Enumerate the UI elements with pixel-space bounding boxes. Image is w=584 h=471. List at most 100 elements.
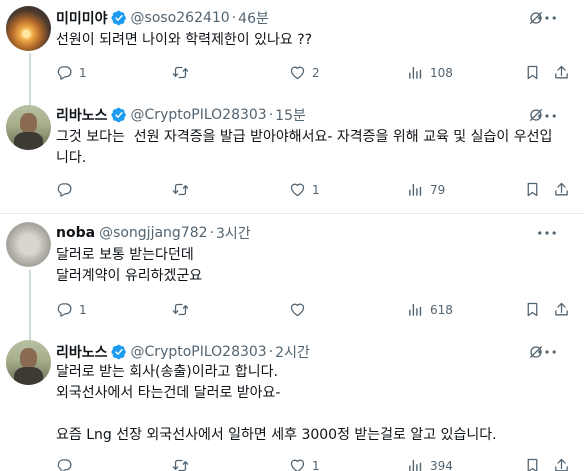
tweet-text: 달러로 받는 회사(송출)이라고 합니다. 외국선사에서 타는건데 달러로 받아… bbox=[56, 362, 564, 446]
reply-count: 1 bbox=[79, 65, 87, 80]
retweet-icon bbox=[172, 301, 189, 318]
tweet-actions: 1 394 bbox=[56, 457, 584, 471]
share-icon bbox=[553, 457, 570, 471]
share-button[interactable] bbox=[553, 457, 570, 471]
views-icon bbox=[407, 64, 424, 81]
display-name[interactable]: 리바노스 bbox=[56, 342, 108, 362]
thread-line bbox=[29, 53, 31, 105]
bookmark-icon bbox=[524, 457, 541, 471]
tweet-header: noba @songjjang782 · 3시간 bbox=[56, 224, 251, 242]
like-icon bbox=[289, 64, 306, 81]
tweet-header: 리바노스 @CryptoPILO28303 · 2시간 bbox=[56, 343, 310, 361]
timestamp[interactable]: 15분 bbox=[275, 105, 306, 125]
display-name[interactable]: 미미미야 bbox=[56, 8, 108, 28]
bookmark-button[interactable] bbox=[524, 457, 541, 471]
retweet-button[interactable] bbox=[172, 457, 195, 471]
like-button[interactable]: 1 bbox=[289, 457, 320, 471]
like-button[interactable]: 1 bbox=[289, 181, 320, 198]
reply-button[interactable]: 1 bbox=[56, 64, 87, 81]
tweet-text: 그것 보다는 선원 자격증을 발급 받아야해서요- 자격증을 위해 교육 및 실… bbox=[56, 127, 564, 169]
like-count: 2 bbox=[312, 65, 320, 80]
reply-icon bbox=[56, 64, 73, 81]
timestamp[interactable]: 3시간 bbox=[216, 223, 251, 243]
user-handle[interactable]: @soso262410 bbox=[131, 10, 230, 26]
bookmark-button[interactable] bbox=[524, 301, 541, 318]
reply-button[interactable] bbox=[56, 181, 79, 198]
tweet-actions: 1 618 bbox=[56, 301, 584, 319]
share-button[interactable] bbox=[553, 181, 570, 198]
avatar[interactable] bbox=[6, 222, 51, 267]
bookmark-button[interactable] bbox=[524, 181, 541, 198]
tweet-actions: 1 2 108 bbox=[56, 64, 584, 82]
thread-line bbox=[29, 270, 31, 340]
separator-dot: · bbox=[268, 344, 274, 360]
reply-icon bbox=[56, 181, 73, 198]
avatar[interactable] bbox=[6, 340, 51, 385]
like-icon bbox=[289, 181, 306, 198]
tweet-text: 선원이 되려면 나이와 학력제한이 있나요 ?? bbox=[56, 30, 564, 51]
share-icon bbox=[553, 301, 570, 318]
views-icon bbox=[407, 181, 424, 198]
verified-badge-icon bbox=[111, 344, 127, 360]
retweet-button[interactable] bbox=[172, 301, 195, 318]
like-button[interactable] bbox=[289, 301, 312, 318]
tweet-text-content: 달러로 보통 받는다던데 달러계약이 유리하겠군요 bbox=[56, 247, 203, 284]
tweet-header: 리바노스 @CryptoPILO28303 · 15분 bbox=[56, 106, 306, 124]
reply-icon bbox=[56, 301, 73, 318]
more-icon[interactable] bbox=[538, 350, 556, 354]
bookmark-icon bbox=[524, 181, 541, 198]
reply-count: 1 bbox=[79, 302, 87, 317]
retweet-button[interactable] bbox=[172, 64, 195, 81]
share-icon bbox=[553, 64, 570, 81]
bookmark-button[interactable] bbox=[524, 64, 541, 81]
view-count: 618 bbox=[430, 302, 453, 317]
retweet-icon bbox=[172, 181, 189, 198]
avatar[interactable] bbox=[6, 6, 51, 51]
avatar[interactable] bbox=[6, 105, 51, 150]
like-icon bbox=[289, 301, 306, 318]
more-icon[interactable] bbox=[538, 114, 556, 118]
share-button[interactable] bbox=[553, 64, 570, 81]
like-icon bbox=[289, 457, 306, 471]
separator-dot: · bbox=[268, 107, 274, 123]
user-handle[interactable]: @CryptoPILO28303 bbox=[131, 344, 267, 360]
views-button[interactable]: 108 bbox=[407, 64, 453, 81]
tweet-text-content: 선원이 되려면 나이와 학력제한이 있나요 ?? bbox=[56, 32, 313, 48]
display-name[interactable]: 리바노스 bbox=[56, 105, 108, 125]
user-handle[interactable]: @CryptoPILO28303 bbox=[131, 107, 267, 123]
tweet-text-content: 그것 보다는 선원 자격증을 발급 받아야해서요- 자격증을 위해 교육 및 실… bbox=[56, 129, 553, 166]
share-icon bbox=[553, 181, 570, 198]
timestamp[interactable]: 46분 bbox=[238, 8, 269, 28]
tweet-actions: 1 79 bbox=[56, 181, 584, 199]
views-button[interactable]: 618 bbox=[407, 301, 453, 318]
like-button[interactable]: 2 bbox=[289, 64, 320, 81]
user-handle[interactable]: @songjjang782 bbox=[99, 225, 207, 241]
view-count: 394 bbox=[430, 458, 453, 471]
retweet-button[interactable] bbox=[172, 181, 195, 198]
reply-button[interactable]: 1 bbox=[56, 301, 87, 318]
divider bbox=[0, 213, 584, 214]
view-count: 108 bbox=[430, 65, 453, 80]
more-icon[interactable] bbox=[538, 16, 556, 20]
separator-dot: · bbox=[209, 225, 214, 241]
like-count: 1 bbox=[312, 458, 320, 471]
timestamp[interactable]: 2시간 bbox=[275, 342, 310, 362]
verified-badge-icon bbox=[111, 10, 127, 26]
reply-button[interactable] bbox=[56, 457, 79, 471]
retweet-icon bbox=[172, 457, 189, 471]
bookmark-icon bbox=[524, 301, 541, 318]
views-button[interactable]: 79 bbox=[407, 181, 445, 198]
more-icon[interactable] bbox=[538, 231, 556, 235]
tweet-header: 미미미야 @soso262410 · 46분 bbox=[56, 9, 269, 27]
display-name[interactable]: noba bbox=[56, 225, 95, 241]
view-count: 79 bbox=[430, 182, 446, 197]
views-icon bbox=[407, 457, 424, 471]
views-button[interactable]: 394 bbox=[407, 457, 453, 471]
separator-dot: · bbox=[231, 10, 237, 26]
verified-badge-icon bbox=[111, 107, 127, 123]
reply-icon bbox=[56, 457, 73, 471]
views-icon bbox=[407, 301, 424, 318]
share-button[interactable] bbox=[553, 301, 570, 318]
bookmark-icon bbox=[524, 64, 541, 81]
retweet-icon bbox=[172, 64, 189, 81]
